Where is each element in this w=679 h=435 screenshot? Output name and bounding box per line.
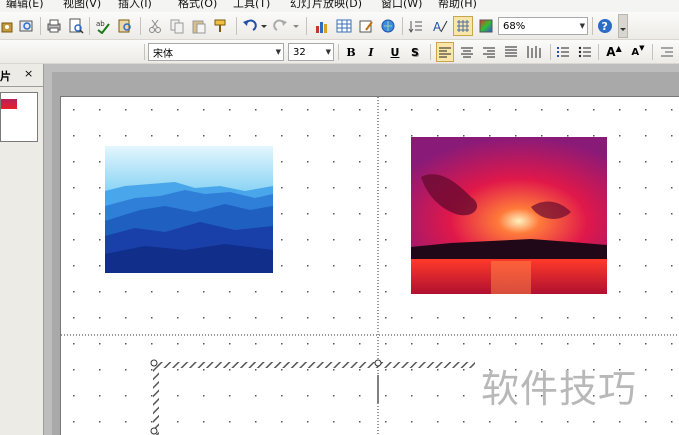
decrease-indent-button[interactable] <box>658 42 676 62</box>
distribute-button[interactable] <box>502 42 520 62</box>
font-size-value: 32 <box>293 46 306 58</box>
expand-all-icon[interactable] <box>406 16 426 36</box>
separator <box>592 17 593 35</box>
zoom-dropdown[interactable]: 68% ▼ <box>498 17 588 35</box>
menu-help[interactable]: 帮助(H) <box>438 0 477 11</box>
bullets-button[interactable] <box>576 42 594 62</box>
increase-font-button[interactable]: A ▲ <box>604 42 624 62</box>
spelling-icon[interactable]: ab <box>93 16 113 36</box>
formatting-toolbar: 宋体 ▼ 32 ▼ B I U S A ▲ A ▼ <box>0 40 679 64</box>
svg-text:ab: ab <box>96 20 105 28</box>
italic-button[interactable]: I <box>362 42 380 62</box>
decrease-font-label: A <box>631 46 640 58</box>
separator <box>40 17 41 35</box>
align-left-button[interactable] <box>436 42 454 62</box>
menu-slideshow[interactable]: 幻灯片放映(D) <box>290 0 362 11</box>
separator <box>89 17 90 35</box>
redo-button[interactable] <box>272 16 300 36</box>
format-painter-icon[interactable] <box>211 16 231 36</box>
placeholder-border-left[interactable] <box>153 362 159 435</box>
increase-font-label: A <box>606 45 616 59</box>
separator <box>140 17 141 35</box>
align-center-button[interactable] <box>458 42 476 62</box>
blue-mountains-picture[interactable] <box>105 146 273 273</box>
close-icon[interactable]: × <box>24 67 33 80</box>
research-book-icon[interactable] <box>115 16 135 36</box>
toolbar-options-button[interactable] <box>618 14 628 38</box>
separator <box>598 44 599 60</box>
text-direction-button[interactable] <box>524 42 546 62</box>
menu-format[interactable]: 格式(O) <box>178 0 217 11</box>
font-size-dropdown[interactable]: 32 ▼ <box>288 43 334 61</box>
tab-slides[interactable]: 片 <box>0 68 11 84</box>
insert-hyperlink-icon[interactable] <box>378 16 398 36</box>
paste-icon[interactable] <box>189 16 209 36</box>
chevron-down-icon: ▼ <box>275 48 281 56</box>
help-button[interactable]: ? <box>596 16 614 36</box>
menu-edit[interactable]: 编辑(E) <box>6 0 44 11</box>
up-arrow-icon: ▲ <box>615 43 622 53</box>
separator <box>338 44 339 60</box>
color-grayscale-icon[interactable] <box>476 16 496 36</box>
show-formatting-icon[interactable]: A <box>430 16 450 36</box>
separator <box>236 17 237 35</box>
sunset-sea-picture[interactable] <box>411 137 607 294</box>
vertical-ruler <box>44 64 52 435</box>
numbered-list-icon <box>557 47 569 57</box>
cut-icon[interactable] <box>145 16 165 36</box>
thumbnail-picture-icon <box>1 99 17 109</box>
separator <box>430 44 431 60</box>
slide-thumbnail[interactable] <box>0 92 38 142</box>
distribute-icon <box>505 46 517 57</box>
indent-icon <box>661 47 673 57</box>
placeholder-border-top[interactable] <box>153 362 475 368</box>
down-arrow-icon: ▼ <box>639 44 645 52</box>
align-right-button[interactable] <box>480 42 498 62</box>
menu-insert[interactable]: 插入(I) <box>118 0 152 11</box>
menu-tools[interactable]: 工具(T) <box>233 0 270 11</box>
undo-button[interactable] <box>240 16 268 36</box>
slides-panel: 片 × <box>0 64 44 435</box>
watermark-text: 软件技巧 <box>481 367 638 411</box>
decrease-font-button[interactable]: A ▼ <box>628 42 648 62</box>
font-name-value: 宋体 <box>153 48 173 60</box>
separator <box>402 17 403 35</box>
menubar: 编辑(E) 视图(V) 插入(I) 格式(O) 工具(T) 幻灯片放映(D) 窗… <box>0 0 679 12</box>
tables-borders-icon[interactable] <box>356 16 376 36</box>
text-direction-icon <box>527 46 541 58</box>
print-preview-icon[interactable] <box>66 16 86 36</box>
align-left-icon <box>439 47 451 58</box>
bullet-list-icon <box>578 46 591 58</box>
grip-handle[interactable] <box>144 44 145 60</box>
separator <box>652 44 653 60</box>
zoom-value: 68% <box>503 20 526 32</box>
chevron-down-icon: ▼ <box>325 48 331 56</box>
copy-icon[interactable] <box>167 16 187 36</box>
font-name-dropdown[interactable]: 宋体 ▼ <box>148 43 284 61</box>
align-center-icon <box>461 47 473 58</box>
standard-toolbar: ab A 68% ▼ ? <box>0 12 679 40</box>
research-icon[interactable] <box>16 16 36 36</box>
svg-text:A: A <box>433 20 442 34</box>
align-right-icon <box>483 47 495 58</box>
print-icon[interactable] <box>44 16 64 36</box>
show-grid-icon[interactable] <box>453 16 473 36</box>
numbering-button[interactable] <box>554 42 572 62</box>
shadow-button[interactable]: S <box>406 42 424 62</box>
separator <box>550 44 551 60</box>
underline-button[interactable]: U <box>386 42 404 62</box>
horizontal-ruler <box>44 64 679 72</box>
insert-chart-icon[interactable] <box>312 16 332 36</box>
permission-icon[interactable] <box>0 16 14 36</box>
help-glyph: ? <box>602 20 608 33</box>
bold-button[interactable]: B <box>342 42 360 62</box>
menu-window[interactable]: 窗口(W) <box>381 0 422 11</box>
menu-view[interactable]: 视图(V) <box>63 0 101 11</box>
chevron-down-icon: ▼ <box>579 22 585 30</box>
insert-table-icon[interactable] <box>334 16 354 36</box>
divider <box>0 86 44 87</box>
separator <box>306 17 307 35</box>
